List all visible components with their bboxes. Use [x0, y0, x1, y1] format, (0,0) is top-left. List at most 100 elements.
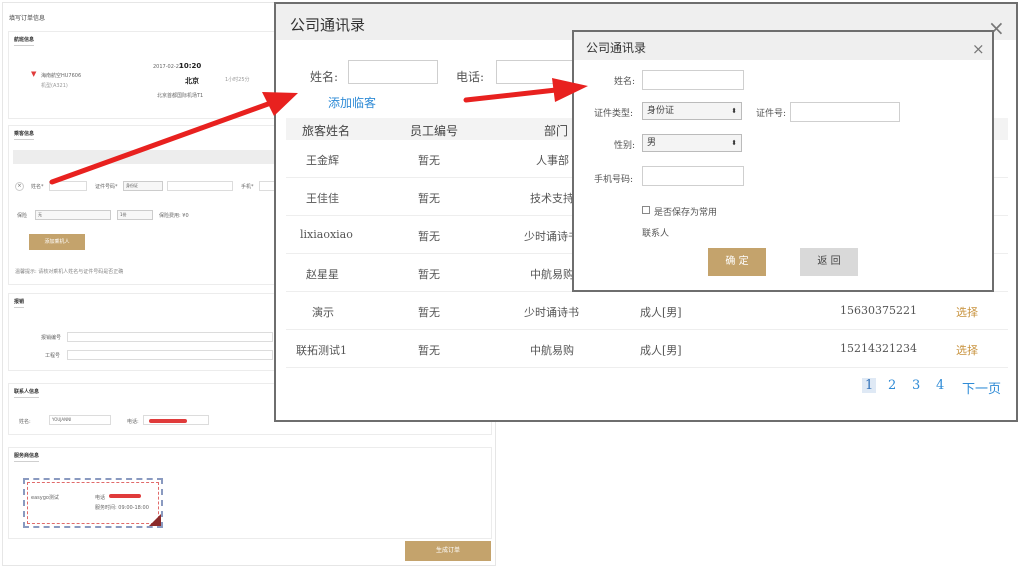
search-phone-input[interactable]: [496, 60, 576, 84]
mobile-input[interactable]: [642, 166, 744, 186]
back-button[interactable]: 返 回: [800, 248, 858, 276]
flight-section-title: 航班信息: [14, 36, 35, 46]
select-arrow-icon: ⬍: [731, 107, 737, 115]
generate-order-button[interactable]: 生成订单: [405, 541, 491, 561]
receipt-no-input[interactable]: [67, 332, 273, 342]
departure-time: 10:20: [179, 62, 202, 70]
insurance-label: 保险: [17, 213, 28, 219]
gender-value: 男: [647, 138, 657, 148]
row-passenger-type: 成人[男]: [640, 306, 682, 319]
contact-phone-label: 电话:: [127, 419, 139, 425]
row-name: 王金辉: [306, 154, 339, 167]
row-emp-no: 暂无: [418, 344, 440, 357]
page-1-link[interactable]: 1: [862, 378, 877, 393]
row-name: 演示: [312, 306, 334, 319]
row-dept: 少时诵诗书: [524, 306, 579, 319]
row-dept: 中航易购: [530, 268, 574, 281]
row-dept: 少时诵诗书: [524, 230, 579, 243]
mobile-label: 手机号码:: [594, 175, 634, 185]
id-type-select[interactable]: 身份证 ⬍: [642, 102, 742, 120]
close-icon[interactable]: ×: [972, 42, 985, 57]
select-link[interactable]: 选择: [956, 342, 978, 358]
passenger-phone-label: 手机*: [241, 184, 254, 190]
add-temp-guest-link[interactable]: 添加临客: [328, 94, 376, 111]
row-name: 王佳佳: [306, 192, 339, 205]
id-type-label: 证件类型:: [594, 109, 634, 119]
passenger-name-label: 姓名*: [31, 184, 44, 190]
row-dept: 人事部: [536, 154, 569, 167]
departure-city: 北京: [185, 77, 199, 85]
gender-select[interactable]: 男 ⬍: [642, 134, 742, 152]
service-provider-name: easygo测试: [31, 495, 59, 501]
guest-name-label: 姓名:: [614, 77, 636, 87]
order-page-title: 填写订单信息: [9, 15, 46, 22]
passenger-id-input[interactable]: [167, 181, 233, 191]
save-contact-label-2: 联系人: [642, 229, 670, 239]
row-emp-no: 暂无: [418, 268, 440, 281]
page-4-link[interactable]: 4: [936, 378, 944, 393]
redacted-phone: [149, 419, 187, 423]
service-card: easygo测试 电话 服务时间: 09:00-18:00: [23, 478, 163, 528]
receipt-no-label: 报销编号: [41, 335, 62, 341]
flight-date: 2017-02-22: [153, 64, 183, 70]
passenger-name-input[interactable]: [49, 181, 87, 191]
insurance-count-select[interactable]: 1份: [117, 210, 153, 220]
add-passenger-button[interactable]: 添加乘机人: [29, 234, 85, 250]
row-dept: 技术支持: [530, 192, 574, 205]
airline-logo-icon: ▼: [31, 70, 37, 78]
flight-duration: 1小时25分: [225, 77, 250, 83]
passenger-note: 温馨提示: 请核对乘机人姓名与证件号码是否正确: [15, 269, 124, 275]
table-row[interactable]: 联拓测试1 暂无 中航易购 成人[男] 15214321234 选择: [286, 330, 1008, 368]
search-name-label: 姓名:: [310, 70, 339, 84]
row-name: lixiaoxiao: [300, 228, 353, 241]
row-name: 赵星星: [306, 268, 339, 281]
row-emp-no: 暂无: [418, 192, 440, 205]
service-section: 服务商信息 easygo测试 电话 服务时间: 09:00-18:00: [8, 447, 492, 539]
table-row[interactable]: 演示 暂无 少时诵诗书 成人[男] 15630375221 选择: [286, 292, 1008, 330]
next-page-link[interactable]: 下一页: [962, 378, 1001, 397]
page-2-link[interactable]: 2: [888, 378, 896, 393]
corner-badge-icon: [149, 514, 161, 526]
gender-label: 性别:: [614, 141, 636, 151]
project-no-input[interactable]: [67, 350, 273, 360]
remove-passenger-icon[interactable]: ×: [15, 182, 24, 191]
screenshot-stage: 填写订单信息 航班信息 ▼ 海南航空HU7606 机型(A321) 2017-0…: [0, 0, 1021, 568]
save-contact-checkbox[interactable]: [642, 206, 650, 214]
select-arrow-icon: ⬍: [731, 139, 737, 147]
row-passenger-type: 成人[男]: [640, 344, 682, 357]
service-phone-label: 电话: [95, 495, 106, 501]
aircraft-type: 机型(A321): [41, 83, 68, 89]
row-phone: 15630375221: [840, 304, 917, 317]
add-guest-dialog-title: 公司通讯录: [586, 41, 647, 55]
service-section-title: 服务商信息: [14, 452, 40, 462]
id-no-label: 证件号:: [756, 109, 787, 119]
search-phone-label: 电话:: [456, 70, 485, 84]
row-name: 联拓测试1: [296, 344, 347, 357]
insurance-fee: 保险费用: ¥0: [159, 213, 189, 219]
id-type-value: 身份证: [647, 106, 675, 116]
save-contact-label: 是否保存为常用: [654, 208, 718, 218]
add-guest-dialog: 公司通讯录 × 姓名: 证件类型: 身份证 ⬍ 证件号: 性别: 男 ⬍ 手机号…: [572, 30, 994, 292]
contact-name-label: 姓名:: [19, 419, 31, 425]
passenger-id-type-select[interactable]: 身份证: [123, 181, 163, 191]
confirm-button[interactable]: 确 定: [708, 248, 766, 276]
redacted-service-phone: [109, 494, 141, 498]
insurance-select[interactable]: 无: [35, 210, 111, 220]
page-3-link[interactable]: 3: [912, 378, 920, 393]
row-emp-no: 暂无: [418, 306, 440, 319]
passenger-section-title: 乘客信息: [14, 130, 35, 140]
row-phone: 15214321234: [840, 342, 917, 355]
select-link[interactable]: 选择: [956, 304, 978, 320]
search-name-input[interactable]: [348, 60, 438, 84]
guest-name-input[interactable]: [642, 70, 744, 90]
row-dept: 中航易购: [530, 344, 574, 357]
id-no-input[interactable]: [790, 102, 900, 122]
receipt-section-title: 报销: [14, 298, 25, 308]
airline-name: 海南航空HU7606: [41, 73, 82, 79]
contact-name-input[interactable]: YOUJANNI: [49, 415, 111, 425]
column-header-emp-no: 员工编号: [410, 124, 459, 138]
project-no-label: 工程号: [45, 353, 61, 359]
service-hours: 服务时间: 09:00-18:00: [95, 505, 149, 511]
row-emp-no: 暂无: [418, 230, 440, 243]
contact-section-title: 联系人信息: [14, 388, 40, 398]
